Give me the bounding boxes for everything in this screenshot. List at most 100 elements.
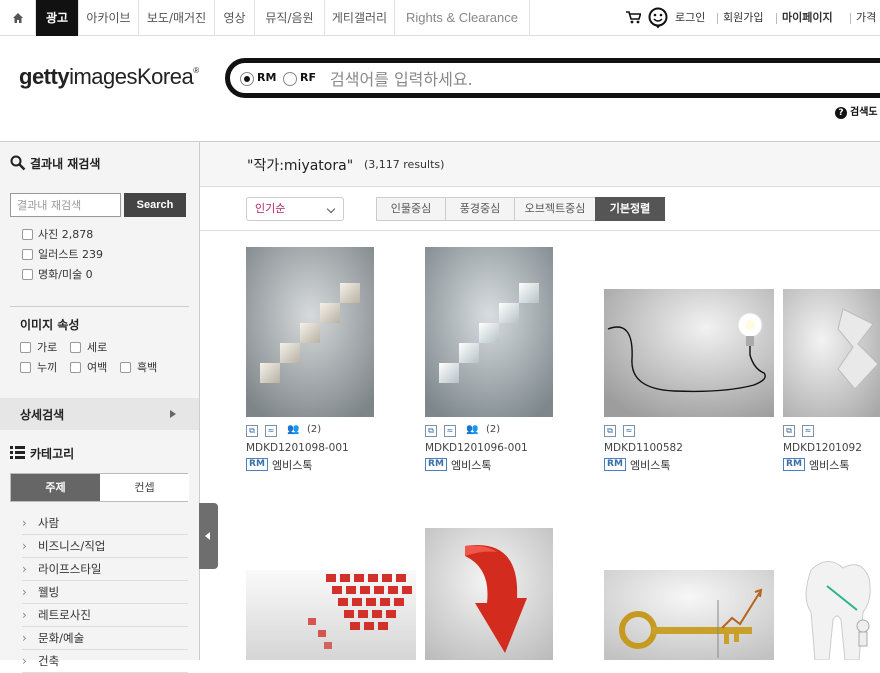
tab-ad[interactable]: 광고 bbox=[36, 0, 79, 36]
tab-news[interactable]: 보도/매거진 bbox=[139, 0, 215, 36]
tab-object[interactable]: 오브젝트중심 bbox=[514, 197, 596, 221]
image-id[interactable]: MDKD1201098-001 bbox=[246, 442, 349, 454]
prop-portrait-label: 세로 bbox=[87, 341, 108, 354]
provider: 엠비스톡 bbox=[809, 459, 850, 472]
search-input[interactable] bbox=[330, 66, 850, 92]
copy-icon[interactable]: ⧉ bbox=[783, 425, 795, 437]
tab-archive[interactable]: 아카이브 bbox=[79, 0, 139, 36]
category-item[interactable]: 사람 bbox=[22, 512, 188, 535]
tab-people[interactable]: 인물중심 bbox=[376, 197, 446, 221]
cart-icon[interactable] bbox=[626, 11, 641, 24]
top-nav: 광고 아카이브 보도/매거진 영상 뮤직/음원 게티갤러리 Rights & C… bbox=[0, 0, 880, 36]
tab-scenery[interactable]: 풍경중심 bbox=[445, 197, 515, 221]
image-thumbnail[interactable] bbox=[425, 247, 553, 417]
image-id[interactable]: MDKD1100582 bbox=[604, 442, 683, 454]
refine-input[interactable] bbox=[10, 193, 121, 217]
tab-default[interactable]: 기본정렬 bbox=[595, 197, 665, 221]
checkbox-illust[interactable] bbox=[22, 249, 33, 260]
refine-title: 결과내 재검색 bbox=[30, 157, 101, 171]
logo-rest: imagesKorea bbox=[69, 64, 194, 89]
model-release-icon: 👥 bbox=[287, 424, 300, 435]
release-count: (2) bbox=[486, 424, 501, 435]
checkbox-art[interactable] bbox=[22, 269, 33, 280]
category-item[interactable]: 레트로사진 bbox=[22, 604, 188, 627]
results-title: "작가:miyatora" bbox=[247, 158, 354, 174]
checkbox-cutout[interactable] bbox=[20, 362, 31, 373]
image-meta-icons: ⧉ ≈ 👥 (2) bbox=[246, 424, 366, 438]
image-thumbnail[interactable] bbox=[783, 550, 880, 660]
copy-icon[interactable]: ⧉ bbox=[246, 425, 258, 437]
rf-label: RF bbox=[300, 71, 316, 84]
image-thumbnail[interactable] bbox=[604, 289, 774, 417]
logo-bold: getty bbox=[19, 64, 70, 89]
arrow-right-icon bbox=[170, 410, 176, 418]
prop-cutout-label: 누끼 bbox=[37, 361, 58, 374]
refine-search-button[interactable]: Search bbox=[124, 193, 186, 217]
logo[interactable]: gettyimagesKorea® bbox=[19, 64, 199, 90]
tab-video[interactable]: 영상 bbox=[215, 0, 255, 36]
tab-concept[interactable]: 컨셉 bbox=[100, 474, 189, 501]
similar-icon[interactable]: ≈ bbox=[623, 425, 635, 437]
image-id[interactable]: MDKD1201096-001 bbox=[425, 442, 528, 454]
provider: 엠비스톡 bbox=[630, 459, 671, 472]
rf-radio[interactable] bbox=[283, 72, 297, 86]
checkbox-portrait[interactable] bbox=[70, 342, 81, 353]
category-item[interactable]: 문화/예술 bbox=[22, 627, 188, 650]
image-thumbnail[interactable] bbox=[246, 570, 416, 660]
login-link[interactable]: 로그인 bbox=[675, 0, 705, 36]
category-tabs: 주제 컨셉 bbox=[10, 473, 189, 502]
category-item[interactable]: 비즈니스/직업 bbox=[22, 535, 188, 558]
checkbox-copyspace[interactable] bbox=[70, 362, 81, 373]
divider bbox=[10, 306, 189, 307]
help-label: 검색도 bbox=[850, 107, 878, 118]
type-photo-label: 사진 2,878 bbox=[38, 228, 94, 241]
category-item[interactable]: 웰빙 bbox=[22, 581, 188, 604]
category-item[interactable]: 건축 bbox=[22, 650, 188, 673]
tab-rights[interactable]: Rights & Clearance bbox=[395, 0, 530, 36]
checkbox-landscape[interactable] bbox=[20, 342, 31, 353]
help-icon: ? bbox=[835, 107, 847, 119]
rm-label: RM bbox=[257, 71, 277, 84]
props-title: 이미지 속성 bbox=[20, 318, 80, 332]
tab-gallery[interactable]: 게티갤러리 bbox=[325, 0, 395, 36]
image-thumbnail[interactable] bbox=[425, 528, 553, 660]
similar-icon[interactable]: ≈ bbox=[802, 425, 814, 437]
mypage-link[interactable]: 마이페이지 bbox=[782, 0, 833, 36]
tab-subject[interactable]: 주제 bbox=[11, 474, 100, 501]
similar-icon[interactable]: ≈ bbox=[265, 425, 277, 437]
model-release-icon: 👥 bbox=[466, 424, 479, 435]
provider: 엠비스톡 bbox=[272, 459, 313, 472]
rm-radio[interactable] bbox=[240, 72, 254, 86]
sort-select[interactable]: 인기순 bbox=[246, 197, 344, 221]
sidebar-collapse-toggle[interactable] bbox=[199, 503, 218, 569]
checkbox-photo[interactable] bbox=[22, 229, 33, 240]
price-link[interactable]: 가격 bbox=[856, 0, 876, 36]
divider bbox=[200, 186, 880, 187]
image-thumbnail[interactable] bbox=[246, 247, 374, 417]
chevron-down-icon bbox=[326, 204, 336, 214]
copy-icon[interactable]: ⧉ bbox=[604, 425, 616, 437]
sidebar: 결과내 재검색 Search 사진 2,878 일러스트 239 명화/미술 0… bbox=[0, 142, 200, 673]
image-thumbnail[interactable] bbox=[604, 570, 774, 660]
checkbox-bw[interactable] bbox=[120, 362, 131, 373]
home-tab[interactable] bbox=[0, 0, 36, 36]
category-title: 카테고리 bbox=[30, 447, 75, 461]
image-thumbnail[interactable] bbox=[783, 289, 880, 417]
divider bbox=[850, 13, 851, 24]
rm-badge: RM bbox=[246, 458, 268, 471]
tab-music[interactable]: 뮤직/음원 bbox=[255, 0, 325, 36]
prop-bw-label: 흑백 bbox=[137, 361, 158, 374]
advanced-search[interactable]: 상세검색 bbox=[0, 398, 199, 430]
prop-landscape-label: 가로 bbox=[37, 341, 58, 354]
search-icon bbox=[10, 155, 26, 171]
signup-link[interactable]: 회원가입 bbox=[723, 0, 763, 36]
search-help[interactable]: ? 검색도 bbox=[835, 103, 878, 119]
divider bbox=[776, 13, 777, 24]
home-icon bbox=[12, 13, 23, 23]
image-id[interactable]: MDKD1201092 bbox=[783, 442, 862, 454]
release-count: (2) bbox=[307, 424, 322, 435]
category-item[interactable]: 라이프스타일 bbox=[22, 558, 188, 581]
similar-icon[interactable]: ≈ bbox=[444, 425, 456, 437]
copy-icon[interactable]: ⧉ bbox=[425, 425, 437, 437]
divider bbox=[200, 230, 880, 231]
